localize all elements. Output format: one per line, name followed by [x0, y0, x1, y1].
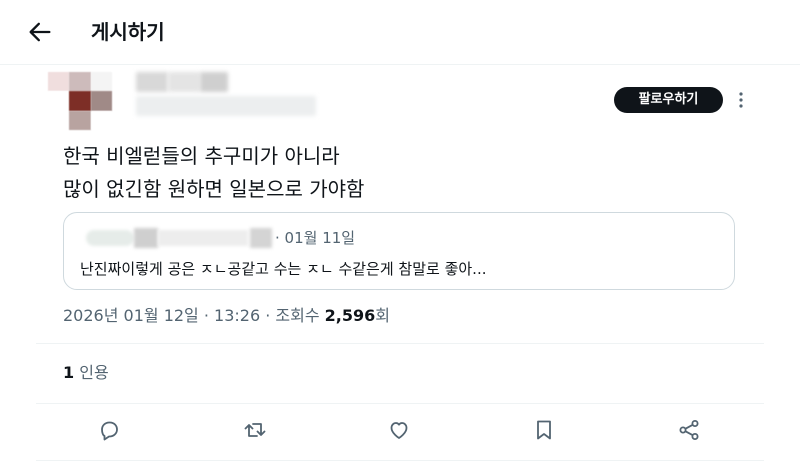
top-header: 게시하기: [0, 0, 800, 65]
post-time-views-label: · 13:26 · 조회수: [203, 306, 320, 325]
repost-icon: [244, 423, 266, 437]
like-button[interactable]: [387, 418, 411, 442]
share-button[interactable]: [677, 418, 701, 442]
quoted-author-redacted: [86, 226, 274, 250]
reply-icon: [101, 421, 118, 441]
post-date[interactable]: 2026년 01월 12일: [63, 306, 199, 325]
page-title: 게시하기: [91, 20, 165, 44]
quoted-post-date: · 01월 11일: [275, 229, 356, 247]
divider: [36, 403, 764, 404]
quote-count-link[interactable]: 1 인용: [63, 361, 109, 385]
divider: [36, 343, 764, 344]
quoted-post-text: 난진짜이렇게 공은 ㅈㄴ공같고 수는 ㅈㄴ 수같은게 참말로 좋아...: [80, 260, 487, 278]
back-button[interactable]: [26, 18, 54, 46]
avatar[interactable]: [48, 72, 112, 130]
quote-count: 1: [63, 363, 75, 382]
quote-count-label: 인용: [79, 363, 109, 382]
view-suffix: 회: [375, 306, 391, 325]
like-icon: [390, 422, 408, 439]
share-icon: [679, 420, 699, 440]
more-vertical-icon: [739, 92, 743, 108]
post-text-line-2: 많이 없긴함 원하면 일본으로 가야함: [63, 177, 365, 201]
repost-button[interactable]: [243, 418, 267, 442]
post-meta: 2026년 01월 12일 · 13:26 · 조회수 2,596회: [63, 304, 390, 328]
bookmark-icon: [537, 420, 551, 440]
follow-button[interactable]: 팔로우하기: [614, 87, 723, 113]
arrow-left-icon: [29, 22, 51, 42]
bookmark-button[interactable]: [532, 418, 556, 442]
author-name-redacted[interactable]: [136, 72, 316, 120]
more-options-button[interactable]: [732, 90, 750, 110]
quoted-post-card[interactable]: · 01월 11일 난진짜이렇게 공은 ㅈㄴ공같고 수는 ㅈㄴ 수같은게 참말로…: [63, 212, 735, 290]
post-text-line-1: 한국 비엘럳들의 추구미가 아니라: [63, 144, 340, 168]
post-text: 한국 비엘럳들의 추구미가 아니라 많이 없긴함 원하면 일본으로 가야함: [63, 140, 743, 206]
divider: [36, 460, 764, 461]
view-count: 2,596: [324, 306, 376, 325]
reply-button[interactable]: [97, 418, 121, 442]
